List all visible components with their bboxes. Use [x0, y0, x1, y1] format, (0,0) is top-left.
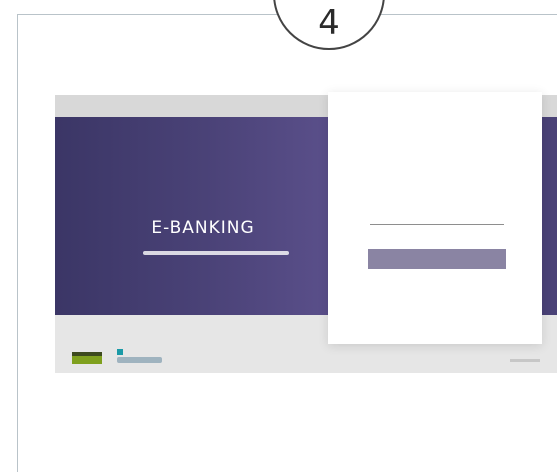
hero-banner-edge	[541, 117, 557, 315]
hero-title: E-BANKING	[151, 218, 255, 238]
step-number: 4	[318, 3, 340, 43]
login-button[interactable]	[368, 249, 506, 269]
partner-logo-wordmark	[117, 357, 162, 363]
login-input[interactable]	[370, 210, 504, 225]
bank-logo	[72, 352, 102, 364]
footer-copyright-line	[510, 359, 540, 362]
partner-logo-mark	[117, 349, 123, 355]
login-card	[328, 92, 542, 344]
hero-banner: E-BANKING	[55, 117, 328, 315]
hero-subtitle-line	[143, 251, 289, 255]
tutorial-canvas: 4 E-BANKING	[0, 0, 557, 472]
